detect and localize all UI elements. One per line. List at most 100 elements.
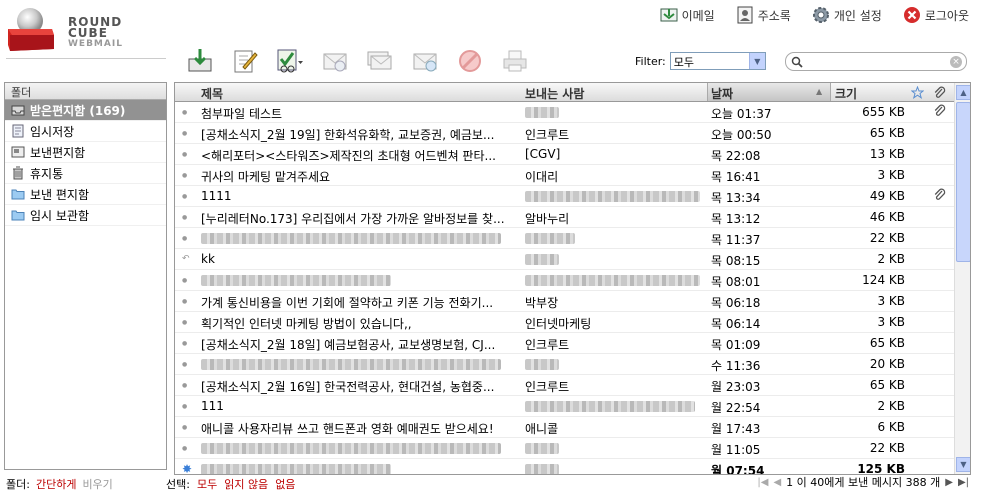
folder-inbox[interactable]: 받은편지함 (169)	[5, 100, 166, 121]
message-date: 목 01:09	[711, 338, 761, 352]
message-subject[interactable]: [누리레터No.173] 우리집에서 가장 가까운 알바정보를 찾...	[201, 210, 523, 227]
message-subject[interactable]: kk	[201, 252, 523, 266]
table-row[interactable]: ● [공채소식지_2월 16일] 한국전력공사, 현대건설, 농협중... 인크루트…	[175, 375, 954, 396]
folder-footer-label: 폴더:	[6, 478, 30, 491]
reply-all-button[interactable]	[365, 46, 395, 76]
folder-temp-storage-label: 임시 보관함	[30, 208, 90, 223]
select-label: 선택:	[166, 478, 190, 491]
column-from[interactable]: 보내는 사람	[525, 85, 584, 102]
print-button[interactable]	[500, 46, 530, 76]
table-row[interactable]: ● 목 08:01 124 KB	[175, 270, 954, 291]
attachment-icon	[933, 104, 947, 120]
column-subject[interactable]: 제목	[201, 85, 223, 102]
table-row[interactable]: ✸ 월 07:54 125 KB	[175, 459, 954, 474]
drafts-icon	[12, 124, 24, 138]
table-row[interactable]: ● [누리레터No.173] 우리집에서 가장 가까운 알바정보를 찾... 알바누…	[175, 207, 954, 228]
message-subject[interactable]	[201, 231, 523, 245]
table-row[interactable]: ● 첨부파일 테스트 오늘 01:37 655 KB	[175, 102, 954, 123]
message-subject[interactable]	[201, 273, 523, 287]
nav-addressbook[interactable]: 주소록	[735, 5, 791, 25]
redacted-text	[525, 191, 700, 202]
filter-select[interactable]: 모두 ▼	[669, 52, 766, 70]
nav-logout-label: 로그아웃	[924, 8, 969, 23]
message-sender	[525, 105, 703, 119]
message-subject[interactable]: [공채소식지_2월 18일] 예금보험공사, 교보생명보험, CJ...	[201, 336, 523, 353]
select-none-link[interactable]: 없음	[275, 476, 295, 492]
message-sender	[525, 441, 703, 455]
scroll-thumb[interactable]	[956, 102, 970, 262]
column-size[interactable]: 크기	[835, 85, 857, 102]
message-subject[interactable]	[201, 462, 523, 474]
message-size: 3 KB	[877, 315, 905, 329]
table-row[interactable]: ● 귀사의 마케팅 맡겨주세요 이대리 목 16:41 3 KB	[175, 165, 954, 186]
message-subject[interactable]: 가계 통신비용을 이번 기회에 절약하고 키폰 기능 전화기...	[201, 294, 523, 311]
check-mail-button[interactable]	[185, 46, 215, 76]
table-row[interactable]: ↶ kk 목 08:15 2 KB	[175, 249, 954, 270]
last-page-icon[interactable]: ▶|	[958, 477, 969, 488]
compose-button[interactable]	[230, 46, 260, 76]
redacted-text	[525, 464, 559, 474]
message-subject[interactable]: 1111	[201, 189, 523, 203]
message-sender	[525, 462, 703, 474]
table-row[interactable]: ● [공채소식지_2월 19일] 한화석유화학, 교보증권, 예금보... 인크루트…	[175, 123, 954, 144]
attachment-column-icon[interactable]	[933, 86, 946, 99]
table-row[interactable]: ● 1111 목 13:34 49 KB	[175, 186, 954, 207]
filter-label: Filter:	[635, 54, 666, 68]
table-row[interactable]: ● 월 11:05 22 KB	[175, 438, 954, 459]
select-unread-link[interactable]: 읽지 않음	[224, 476, 268, 492]
folder-drafts[interactable]: 임시저장	[5, 121, 166, 142]
message-subject[interactable]: [공채소식지_2월 19일] 한화석유화학, 교보증권, 예금보...	[201, 126, 523, 143]
reply-button[interactable]	[320, 46, 350, 76]
message-subject[interactable]: 111	[201, 399, 523, 413]
nav-settings[interactable]: 개인 설정	[811, 5, 882, 25]
logo-text: ROUND CUBE WEBMAIL	[68, 15, 123, 49]
nav-mail[interactable]: 이메일	[659, 5, 715, 25]
folder-trash[interactable]: 휴지통	[5, 163, 166, 184]
filter-control: Filter: 모두 ▼	[635, 52, 766, 70]
forward-button[interactable]	[410, 46, 440, 76]
message-subject[interactable]: <해리포터><스타워즈>제작진의 초대형 어드벤쳐 판타...	[201, 147, 523, 164]
folder-sent-box[interactable]: 보낸 편지함	[5, 184, 166, 205]
table-row[interactable]: ● 애니콜 사용자리뷰 쓰고 핸드폰과 영화 예매권도 받으세요! 애니콜 월 17:…	[175, 417, 954, 438]
redacted-text	[525, 401, 695, 412]
scroll-down-icon[interactable]: ▼	[956, 457, 970, 472]
prev-page-icon[interactable]: ◀	[773, 477, 781, 488]
reply-all-icon	[367, 51, 392, 70]
table-row[interactable]: ● 획기적인 인터넷 마케팅 방법이 있습니다,, 인터넷마케팅 목 06:14 3 K…	[175, 312, 954, 333]
message-subject[interactable]	[201, 441, 523, 455]
select-all-link[interactable]: 모두	[197, 476, 217, 492]
nav-logout[interactable]: 로그아웃	[902, 5, 969, 25]
message-size: 22 KB	[869, 231, 905, 245]
delete-button[interactable]	[455, 46, 485, 76]
table-row[interactable]: ● 수 11:36 20 KB	[175, 354, 954, 375]
empty-folder-link[interactable]: 비우기	[82, 476, 112, 492]
message-subject[interactable]: 획기적인 인터넷 마케팅 방법이 있습니다,,	[201, 315, 523, 332]
clear-search-icon[interactable]: ×	[950, 56, 962, 68]
next-page-icon[interactable]: ▶	[945, 477, 953, 488]
folder-temp-storage[interactable]: 임시 보관함	[5, 205, 166, 226]
flag-star-icon[interactable]	[911, 86, 924, 99]
column-date[interactable]: 날짜	[711, 85, 733, 102]
table-row[interactable]: ● 목 11:37 22 KB	[175, 228, 954, 249]
message-list-scrollbar[interactable]: ▲ ▼	[954, 83, 970, 474]
scroll-up-icon[interactable]: ▲	[956, 85, 970, 100]
table-row[interactable]: ● 가계 통신비용을 이번 기회에 절약하고 키폰 기능 전화기... 박부장 목 0…	[175, 291, 954, 312]
table-row[interactable]: ● 111 월 22:54 2 KB	[175, 396, 954, 417]
message-subject[interactable]: [공채소식지_2월 16일] 한국전력공사, 현대건설, 농협중...	[201, 378, 523, 395]
message-subject[interactable]: 첨부파일 테스트	[201, 105, 523, 122]
message-subject[interactable]: 귀사의 마케팅 맡겨주세요	[201, 168, 523, 185]
table-row[interactable]: ● [공채소식지_2월 18일] 예금보험공사, 교보생명보험, CJ... 인크루…	[175, 333, 954, 354]
message-size: 49 KB	[869, 189, 905, 203]
roundcube-logo: ROUND CUBE WEBMAIL	[6, 5, 171, 53]
first-page-icon[interactable]: |◀	[757, 477, 768, 488]
mark-button[interactable]	[275, 46, 305, 76]
message-date: 수 11:36	[711, 359, 761, 373]
search-icon	[791, 56, 803, 68]
message-subject[interactable]	[201, 357, 523, 371]
message-subject[interactable]: 애니콜 사용자리뷰 쓰고 핸드폰과 영화 예매권도 받으세요!	[201, 420, 523, 437]
compact-folder-link[interactable]: 간단하게	[36, 476, 76, 492]
folder-sent[interactable]: 보낸편지함	[5, 142, 166, 163]
table-row[interactable]: ● <해리포터><스타워즈>제작진의 초대형 어드벤쳐 판타... [CGV] 목 2…	[175, 144, 954, 165]
search-input[interactable]: ×	[785, 52, 967, 71]
message-sender: 인크루트	[525, 128, 570, 142]
